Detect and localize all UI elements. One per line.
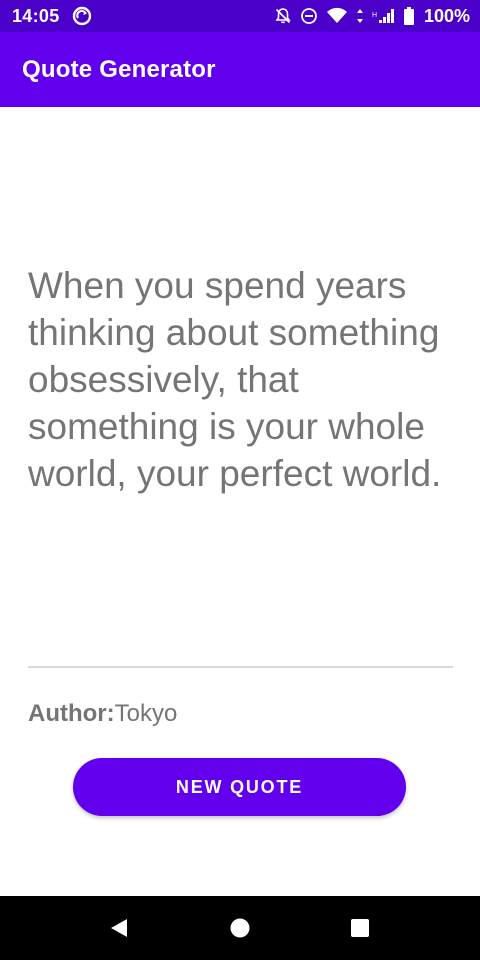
data-arrows-icon (356, 8, 364, 24)
quote-text: When you spend years thinking about some… (28, 265, 442, 494)
back-icon[interactable] (105, 914, 133, 942)
bell-off-icon (274, 7, 292, 25)
author-label: Author: (28, 700, 115, 727)
app-bar: Quote Generator (0, 32, 480, 107)
nav-bar (0, 896, 480, 960)
author-name: Tokyo (114, 700, 178, 727)
battery-icon (403, 7, 414, 25)
signal-icon: H (372, 8, 396, 24)
do-not-disturb-icon (300, 7, 318, 25)
status-time: 14:05 (12, 5, 60, 26)
status-icons: H 100% (274, 6, 470, 27)
app-title: Quote Generator (22, 55, 216, 83)
status-bar: 14:05 H 100% (0, 0, 480, 32)
recents-icon[interactable] (346, 914, 374, 942)
svg-text:H: H (372, 12, 377, 19)
author-row: Author:Tokyo (28, 700, 177, 728)
battery-percent: 100% (423, 5, 470, 26)
home-icon[interactable] (226, 914, 254, 942)
screen: 14:05 H 100% Quote Generator When you sp… (0, 0, 480, 960)
sync-icon (72, 6, 92, 26)
divider (28, 666, 453, 668)
new-quote-button[interactable]: NEW QUOTE (73, 758, 406, 816)
wifi-icon (326, 7, 348, 25)
